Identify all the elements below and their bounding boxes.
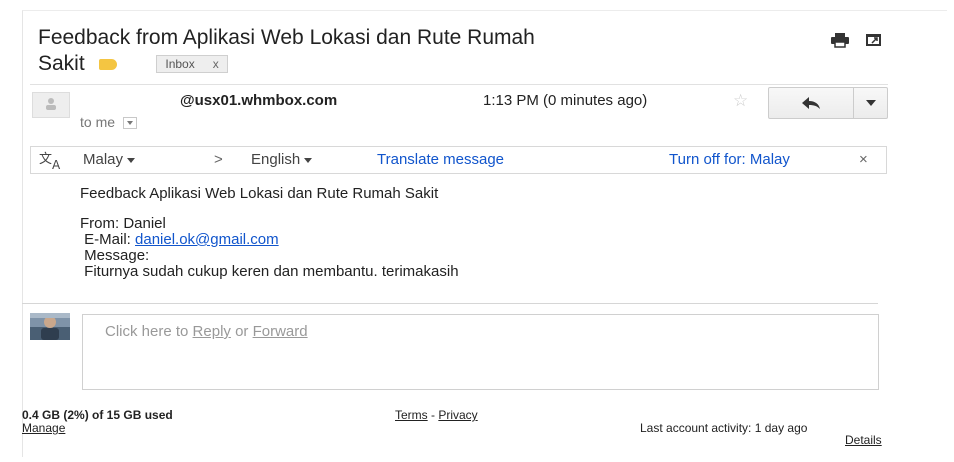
message-time: 1:13 PM (0 minutes ago): [483, 92, 648, 109]
reply-button[interactable]: [769, 88, 854, 118]
terms-link[interactable]: Terms: [395, 408, 428, 422]
message-email-line: E-Mail: daniel.ok@gmail.com: [80, 232, 459, 248]
target-language-label: English: [251, 151, 301, 168]
chevron-down-icon: [127, 157, 136, 163]
last-account-activity: Last account activity: 1 day ago: [640, 421, 808, 435]
translate-message-link[interactable]: Translate message: [377, 151, 504, 168]
recipient-text: to me: [80, 114, 116, 130]
source-language-label: Malay: [83, 151, 124, 168]
remove-label-button[interactable]: x: [213, 57, 219, 71]
reply-prefix: Click here to: [105, 323, 193, 340]
inbox-label-text: Inbox: [165, 57, 195, 72]
divider: [30, 84, 888, 85]
translate-icon: 文A: [39, 150, 69, 173]
footer-separator: -: [427, 408, 439, 422]
chevron-down-icon: [865, 100, 876, 106]
sender-avatar: [32, 92, 70, 118]
email-label: E-Mail:: [80, 231, 136, 248]
privacy-link[interactable]: Privacy: [438, 408, 477, 422]
svg-text:文: 文: [39, 152, 52, 167]
print-icon[interactable]: [830, 32, 850, 48]
arrow-separator: >: [214, 151, 223, 168]
user-avatar: [30, 313, 70, 340]
inbox-label-chip[interactable]: Inbox x: [156, 55, 228, 74]
more-options-button[interactable]: [854, 88, 887, 118]
message-title: Feedback Aplikasi Web Lokasi dan Rute Ru…: [80, 185, 439, 202]
top-icons: [830, 32, 884, 48]
manage-storage-link[interactable]: Manage: [22, 421, 65, 435]
message-content: Fiturnya sudah cukup keren dan membantu.…: [80, 263, 459, 280]
source-language-select[interactable]: Malay: [83, 151, 136, 168]
email-subject: Feedback from Aplikasi Web Lokasi dan Ru…: [38, 25, 798, 77]
forward-link[interactable]: Forward: [253, 323, 308, 340]
quick-reply-box[interactable]: Click here to Reply or Forward: [82, 314, 879, 390]
turn-off-translation-link[interactable]: Turn off for: Malay: [669, 151, 790, 168]
message-from: From: Daniel: [80, 215, 166, 232]
activity-details-link[interactable]: Details: [845, 433, 882, 447]
footer-links: Terms - Privacy: [395, 408, 478, 422]
reply-button-group: [768, 87, 888, 119]
message-body: Feedback Aplikasi Web Lokasi dan Rute Ru…: [80, 186, 459, 280]
reply-icon: [802, 97, 820, 109]
reply-placeholder: Click here to Reply or Forward: [105, 323, 308, 340]
star-icon[interactable]: ☆: [733, 91, 748, 111]
reply-middle: or: [230, 323, 253, 340]
translate-bar: 文A Malay > English Translate message Tur…: [30, 146, 887, 174]
recipient-line: to me: [80, 114, 137, 130]
storage-quota: 0.4 GB (2%) of 15 GB used: [22, 408, 173, 422]
svg-text:A: A: [52, 158, 61, 170]
show-details-dropdown-icon[interactable]: [122, 117, 137, 130]
divider: [22, 303, 878, 304]
message-label: Message:: [80, 247, 150, 264]
reply-link[interactable]: Reply: [193, 323, 231, 340]
subject-line-2: Sakit: [38, 52, 85, 75]
subject-line-1: Feedback from Aplikasi Web Lokasi dan Ru…: [38, 26, 535, 49]
chevron-down-icon: [304, 157, 313, 163]
label-tag-icon[interactable]: [98, 58, 117, 70]
email-link[interactable]: daniel.ok@gmail.com: [135, 231, 279, 248]
target-language-select[interactable]: English: [251, 151, 313, 168]
new-window-icon[interactable]: [864, 32, 884, 48]
close-translate-bar-button[interactable]: ×: [859, 151, 868, 168]
sender-address[interactable]: @usx01.whmbox.com: [180, 92, 337, 109]
